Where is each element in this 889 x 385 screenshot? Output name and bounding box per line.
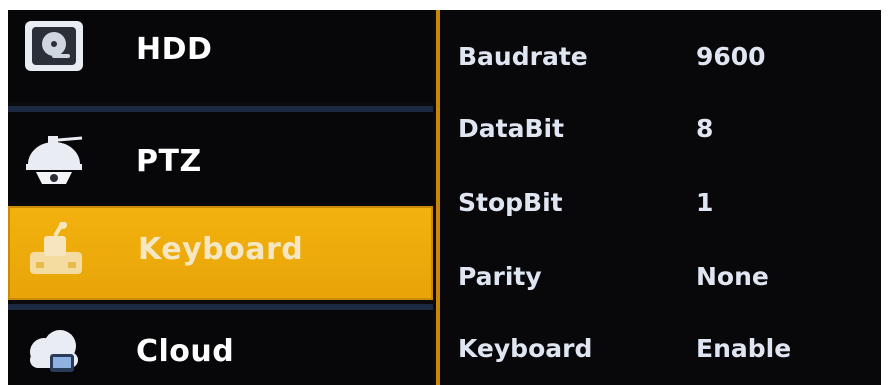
menu-item-label: HDD [136,32,213,67]
setting-row-parity[interactable]: Parity None [440,244,881,314]
setting-row-keyboard[interactable]: Keyboard Enable [440,316,881,385]
setting-row-baudrate[interactable]: Baudrate 9600 [440,24,881,94]
menu-item-cloud[interactable]: Cloud [8,304,433,385]
menu-item-ptz[interactable]: PTZ [8,106,433,202]
device-settings-screen: HDD PTZ Keyboard Cloud Baudrate 9600 Dat… [8,10,881,385]
keyboard-joystick-icon [24,221,88,278]
menu-item-label: Cloud [136,334,235,369]
ptz-camera-icon [22,134,86,190]
cloud-icon [22,324,86,380]
setting-label: Parity [458,262,542,291]
hdd-icon [22,18,86,74]
setting-value-databit[interactable]: 8 [696,114,713,143]
setting-row-databit[interactable]: DataBit 8 [440,96,881,166]
settings-menu: HDD PTZ Keyboard Cloud [8,10,433,385]
setting-label: Baudrate [458,42,588,71]
menu-item-keyboard[interactable]: Keyboard [8,206,433,300]
setting-value-parity[interactable]: None [696,262,769,291]
setting-value-keyboard[interactable]: Enable [696,334,791,363]
menu-item-hdd[interactable]: HDD [8,10,433,102]
setting-label: StopBit [458,188,563,217]
setting-row-stopbit[interactable]: StopBit 1 [440,170,881,240]
setting-value-baudrate[interactable]: 9600 [696,42,766,71]
setting-label: DataBit [458,114,565,143]
keyboard-settings-panel: Baudrate 9600 DataBit 8 StopBit 1 Parity… [440,10,881,385]
setting-value-stopbit[interactable]: 1 [696,188,713,217]
setting-label: Keyboard [458,334,593,363]
menu-item-label: PTZ [136,144,202,179]
menu-item-label: Keyboard [138,232,304,267]
